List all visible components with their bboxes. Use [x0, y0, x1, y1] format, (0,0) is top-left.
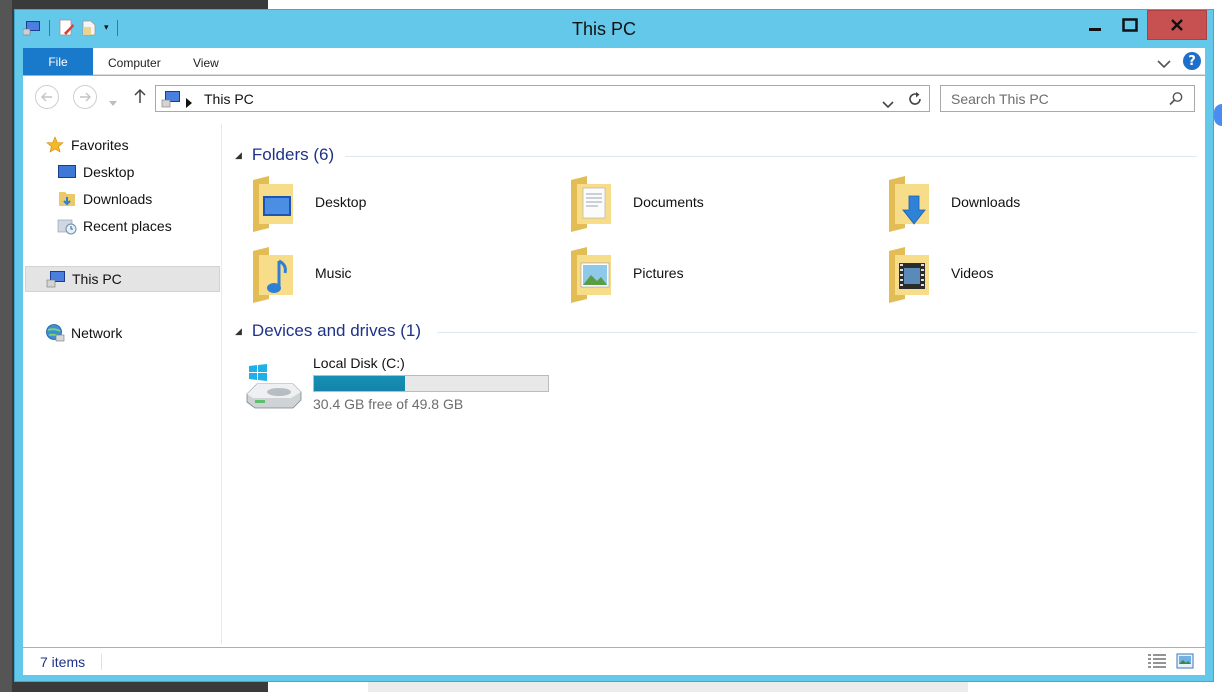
- explorer-window: ▾ This PC File Computer View ? This PC S…: [14, 9, 1214, 682]
- folder-tile-videos[interactable]: Videos: [885, 240, 994, 306]
- drive-usage-bar: [313, 375, 549, 392]
- downloads-folder-icon: [57, 189, 77, 209]
- search-icon[interactable]: [1168, 91, 1184, 111]
- recent-places-icon: [57, 216, 77, 236]
- details-view-icon[interactable]: [1147, 653, 1167, 673]
- collapse-triangle-icon[interactable]: ◢: [235, 326, 242, 337]
- nav-label-downloads: Downloads: [83, 191, 153, 207]
- expand-ribbon-chevron-icon[interactable]: [1157, 54, 1171, 73]
- desktop-folder-icon: [253, 176, 293, 232]
- folders-group-header[interactable]: ◢ Folders (6): [235, 145, 334, 165]
- nav-label-this-pc: This PC: [72, 271, 122, 287]
- tab-file[interactable]: File: [23, 48, 93, 75]
- forward-arrow-icon: [80, 92, 91, 102]
- devices-divider: [437, 332, 1197, 333]
- forward-button[interactable]: [73, 85, 97, 109]
- back-button[interactable]: [35, 85, 59, 109]
- search-input[interactable]: Search This PC: [951, 91, 1049, 107]
- up-arrow-icon[interactable]: [133, 88, 147, 108]
- folder-tile-music[interactable]: Music: [249, 240, 352, 306]
- content-area: Favorites Desktop Downloads Recent place…: [23, 114, 1205, 647]
- nav-label-desktop: Desktop: [83, 164, 135, 180]
- pictures-folder-icon: [571, 247, 611, 303]
- close-button[interactable]: [1147, 10, 1207, 40]
- folder-label: Music: [315, 265, 352, 281]
- close-icon: [1171, 19, 1183, 31]
- folder-label: Downloads: [951, 194, 1021, 210]
- devices-heading: Devices and drives (1): [251, 321, 422, 340]
- title-bar: ▾ This PC: [15, 10, 1213, 48]
- folder-label: Videos: [951, 265, 994, 281]
- star-icon: [45, 135, 65, 155]
- desktop-background-edge: [0, 0, 12, 692]
- devices-group-header[interactable]: ◢ Devices and drives (1): [235, 321, 421, 341]
- drive-tile-local-disk[interactable]: Local Disk (C:) 30.4 GB free of 49.8 GB: [245, 350, 575, 420]
- drive-free-space: 30.4 GB free of 49.8 GB: [313, 396, 464, 412]
- folder-tile-pictures[interactable]: Pictures: [567, 240, 684, 306]
- recent-locations-dropdown-icon[interactable]: [109, 92, 117, 111]
- nav-item-downloads[interactable]: Downloads: [57, 186, 152, 212]
- search-box[interactable]: Search This PC: [940, 85, 1195, 112]
- breadcrumb-separator-icon[interactable]: [186, 93, 192, 112]
- folders-heading: Folders (6): [251, 145, 335, 164]
- nav-item-this-pc[interactable]: This PC: [25, 266, 220, 292]
- folder-label: Pictures: [633, 265, 684, 281]
- folder-label: Documents: [633, 194, 704, 210]
- folder-tile-desktop[interactable]: Desktop: [249, 169, 366, 235]
- nav-label-favorites: Favorites: [71, 137, 129, 153]
- folders-divider: [345, 156, 1197, 157]
- videos-folder-icon: [889, 247, 929, 303]
- minimize-button[interactable]: [1077, 10, 1113, 40]
- music-folder-icon: [253, 247, 293, 303]
- address-history-chevron-icon[interactable]: [882, 94, 894, 113]
- navigation-bar: This PC Search This PC: [23, 76, 1205, 114]
- item-count: 7 items: [40, 654, 86, 670]
- folder-tile-downloads[interactable]: Downloads: [885, 169, 1020, 235]
- address-bar[interactable]: This PC: [155, 85, 930, 112]
- this-pc-icon: [161, 90, 181, 112]
- collapse-triangle-icon[interactable]: ◢: [235, 150, 242, 161]
- nav-item-recent-places[interactable]: Recent places: [57, 213, 172, 239]
- network-icon: [45, 323, 65, 343]
- help-icon[interactable]: ?: [1183, 52, 1201, 70]
- this-pc-icon: [46, 269, 66, 289]
- nav-label-recent-places: Recent places: [83, 218, 172, 234]
- pane-divider[interactable]: [221, 124, 222, 644]
- maximize-button[interactable]: [1113, 10, 1147, 40]
- folder-tile-documents[interactable]: Documents: [567, 169, 704, 235]
- back-arrow-icon: [41, 92, 52, 102]
- drive-name: Local Disk (C:): [313, 355, 405, 371]
- tab-computer[interactable]: Computer: [108, 56, 161, 70]
- refresh-icon[interactable]: [907, 91, 923, 111]
- tab-view[interactable]: View: [193, 56, 219, 70]
- status-bar: 7 items: [23, 648, 1205, 675]
- drive-usage-fill: [314, 376, 406, 391]
- navigation-pane: Favorites Desktop Downloads Recent place…: [23, 114, 223, 647]
- nav-item-favorites[interactable]: Favorites: [45, 132, 129, 158]
- nav-item-network[interactable]: Network: [45, 320, 122, 346]
- downloads-folder-icon: [889, 176, 929, 232]
- status-separator: [101, 654, 102, 670]
- nav-label-network: Network: [71, 325, 123, 341]
- window-title: This PC: [571, 19, 636, 39]
- hard-drive-icon: [246, 364, 302, 409]
- ribbon: File Computer View ?: [23, 48, 1205, 75]
- breadcrumb-this-pc[interactable]: This PC: [204, 91, 254, 107]
- desktop-icon: [57, 162, 77, 182]
- background-badge: [1214, 104, 1222, 126]
- folder-label: Desktop: [315, 194, 367, 210]
- large-icons-view-icon[interactable]: [1176, 653, 1194, 673]
- nav-item-desktop[interactable]: Desktop: [57, 159, 134, 185]
- documents-folder-icon: [571, 176, 611, 232]
